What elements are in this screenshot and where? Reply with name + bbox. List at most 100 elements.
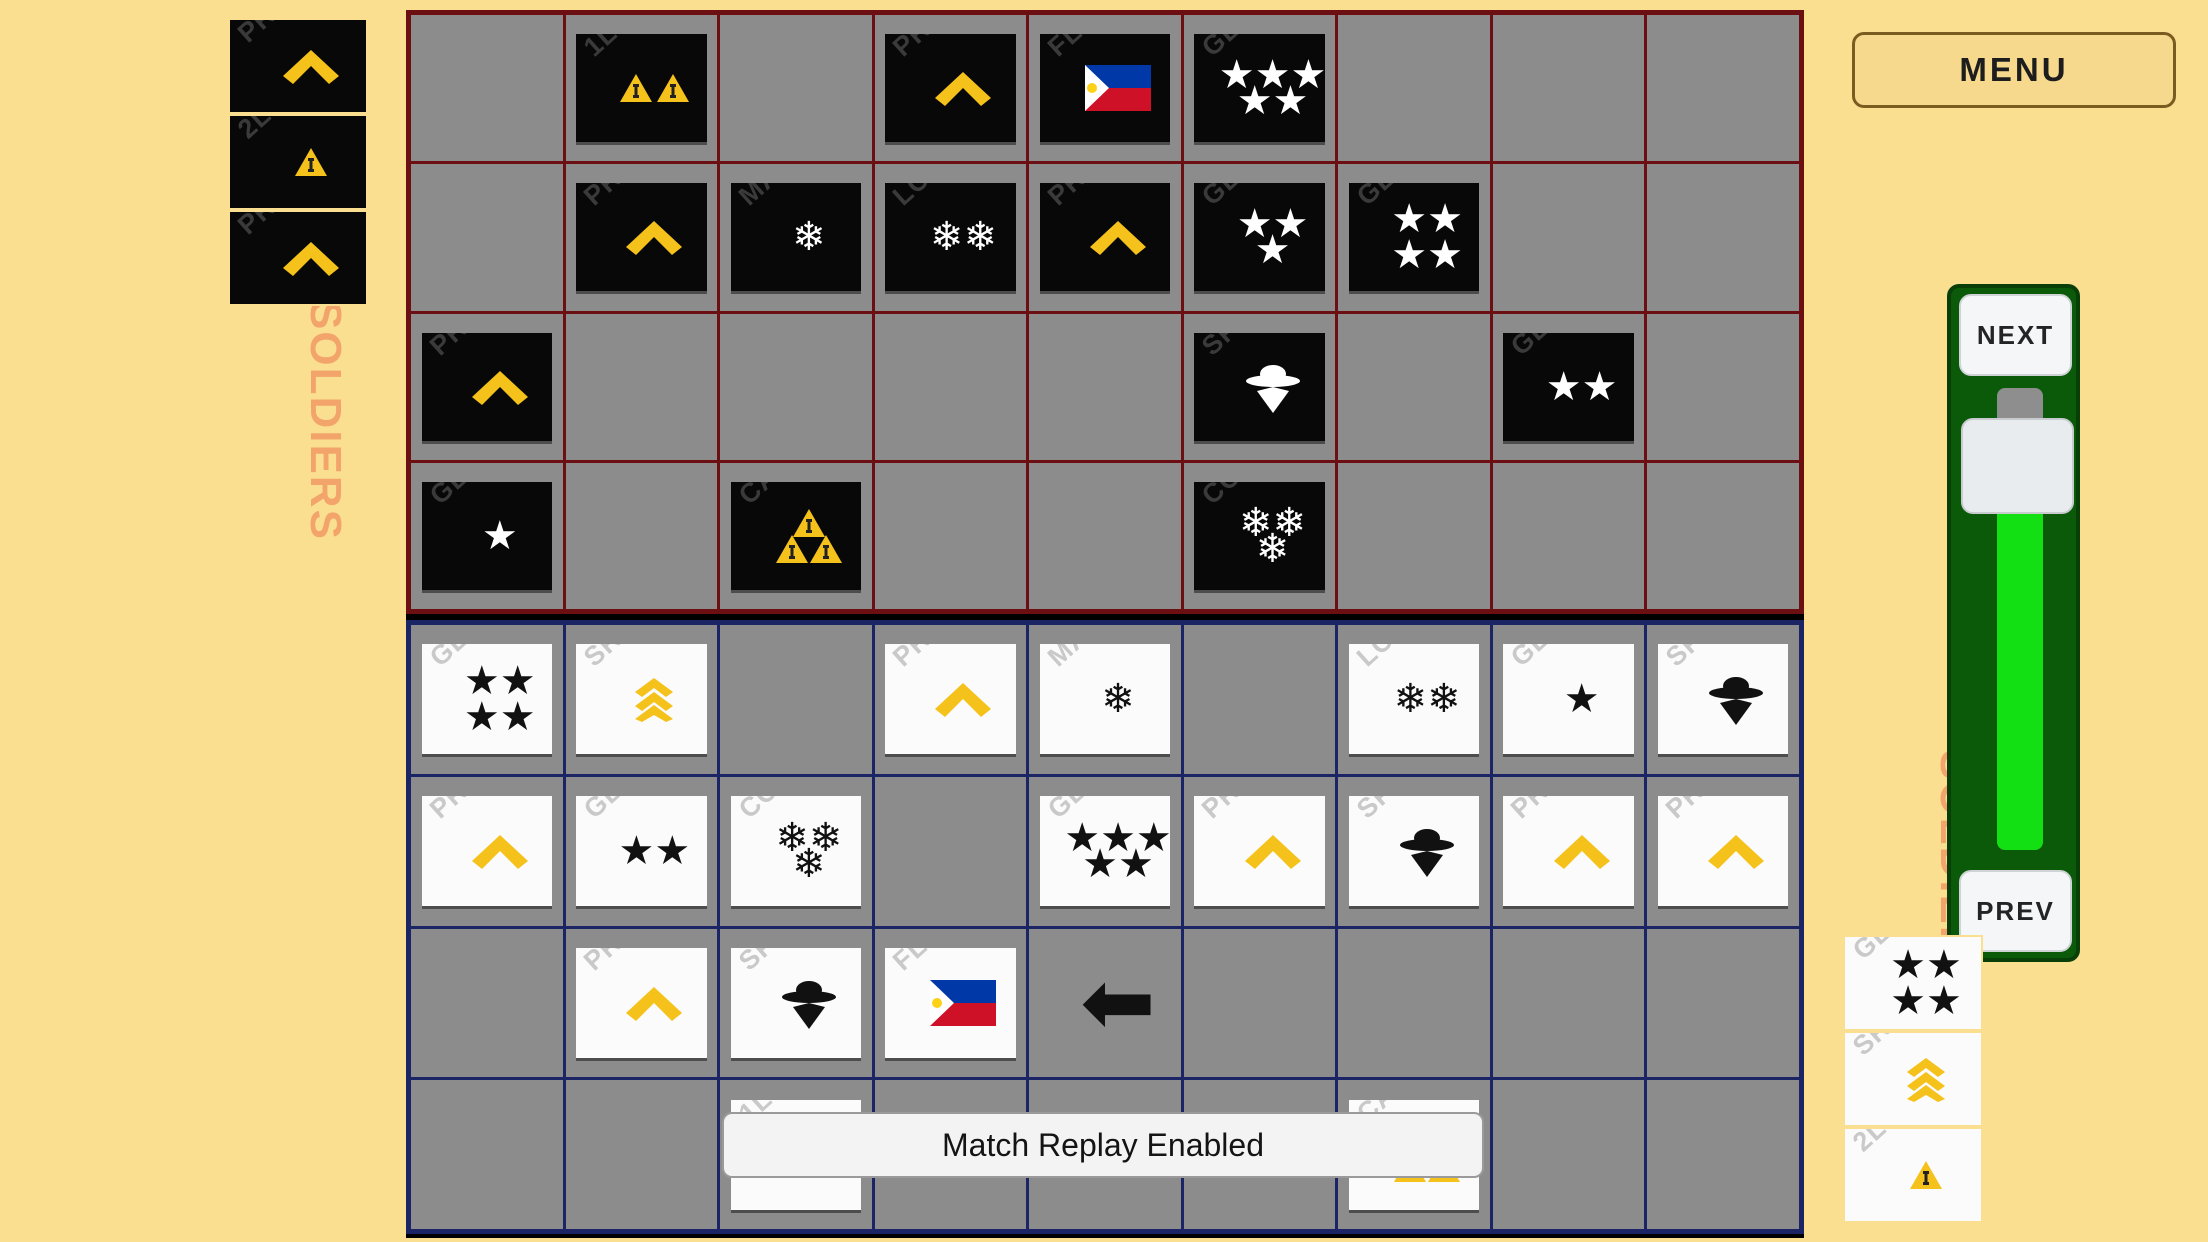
board-cell[interactable]: GEN★	[411, 462, 563, 609]
piece-1lu[interactable]: 1LU	[576, 34, 707, 143]
board-cell[interactable]	[1338, 928, 1490, 1078]
board-cell[interactable]: SPY	[1183, 313, 1336, 460]
piece-prv[interactable]: PRV	[1039, 183, 1171, 292]
board-cell[interactable]: CAP	[720, 462, 872, 609]
board-cell[interactable]	[1183, 928, 1336, 1078]
piece-prv[interactable]: PRV	[1658, 796, 1789, 907]
board-cell[interactable]: GEN★★★★	[1338, 164, 1490, 311]
piece-flg[interactable]: FLG	[885, 947, 1016, 1058]
board-cell[interactable]: FLG	[1029, 15, 1181, 162]
board-cell[interactable]: GEN★★★★★	[1183, 15, 1336, 162]
piece-maj[interactable]: MAJ ❄	[1039, 644, 1171, 755]
board-cell[interactable]	[1647, 928, 1799, 1078]
piece-maj[interactable]: MAJ ❄	[730, 183, 862, 292]
piece-flg[interactable]: FLG	[1039, 34, 1171, 143]
board-cell[interactable]	[720, 625, 872, 774]
board-cell[interactable]	[720, 15, 872, 162]
board-cell[interactable]: PRV	[1492, 776, 1645, 926]
board-cell[interactable]: ⬅	[1029, 928, 1181, 1078]
piece-gen[interactable]: GEN★★★★★	[1194, 34, 1325, 143]
board-cell[interactable]	[874, 462, 1027, 609]
board-cell[interactable]: GEN★	[1492, 625, 1645, 774]
board-cell[interactable]: PRV	[565, 928, 718, 1078]
board-cell[interactable]: SPY	[720, 928, 872, 1078]
piece-spy[interactable]: SPY	[1348, 796, 1480, 907]
board-cell[interactable]	[1338, 313, 1490, 460]
board-cell[interactable]: LCO ❄❄	[1338, 625, 1490, 774]
board-cell[interactable]: PRV	[1029, 164, 1181, 311]
board-cell[interactable]	[411, 1080, 563, 1229]
board-cell[interactable]	[1492, 928, 1645, 1078]
piece-gen[interactable]: GEN★★	[1503, 332, 1634, 441]
board-cell[interactable]	[565, 462, 718, 609]
next-button[interactable]: NEXT	[1959, 294, 2072, 376]
piece-prv[interactable]: PRV	[885, 644, 1016, 755]
board-cell[interactable]	[1183, 625, 1336, 774]
board-cell[interactable]	[1029, 462, 1181, 609]
piece-srg[interactable]: SRG	[576, 644, 707, 755]
board-cell[interactable]: GEN★★★★★	[1029, 776, 1181, 926]
board-cell[interactable]: FLG	[874, 928, 1027, 1078]
board-cell[interactable]	[1647, 15, 1799, 162]
board-cell[interactable]	[720, 313, 872, 460]
board-cell[interactable]: GEN★★★	[1183, 164, 1336, 311]
board-cell[interactable]	[1338, 462, 1490, 609]
board-cell[interactable]	[1492, 1080, 1645, 1229]
board-cell[interactable]	[1647, 313, 1799, 460]
menu-button[interactable]: MENU	[1852, 32, 2176, 108]
board-cell[interactable]: PRV	[874, 625, 1027, 774]
piece-spy[interactable]: SPY	[1658, 644, 1789, 755]
board-cell[interactable]	[1647, 462, 1799, 609]
board-cell[interactable]	[1647, 164, 1799, 311]
piece-gen[interactable]: GEN★★★★★	[1039, 796, 1171, 907]
board-cell[interactable]	[1029, 313, 1181, 460]
board-cell[interactable]: PRV	[874, 15, 1027, 162]
board-cell[interactable]	[411, 928, 563, 1078]
board-cell[interactable]: SPY	[1338, 776, 1490, 926]
board-cell[interactable]	[874, 313, 1027, 460]
piece-gen[interactable]: GEN★★★★	[1348, 183, 1480, 292]
board-cell[interactable]	[1647, 1080, 1799, 1229]
piece-lco[interactable]: LCO ❄❄	[885, 183, 1016, 292]
piece-prv[interactable]: PRV	[885, 34, 1016, 143]
piece-gen[interactable]: GEN★★	[576, 796, 707, 907]
board-cell[interactable]: LCO ❄❄	[874, 164, 1027, 311]
board-cell[interactable]: PRV	[565, 164, 718, 311]
piece-gen[interactable]: GEN★	[1503, 644, 1634, 755]
board-cell[interactable]	[565, 1080, 718, 1229]
piece-prv[interactable]: PRV	[1503, 796, 1634, 907]
board-cell[interactable]	[1492, 164, 1645, 311]
board-cell[interactable]	[411, 164, 563, 311]
slider-thumb[interactable]	[1961, 418, 2074, 514]
piece-col[interactable]: COL❄❄❄	[1194, 481, 1325, 590]
piece-spy[interactable]: SPY	[1194, 332, 1325, 441]
piece-prv[interactable]: PRV	[421, 796, 552, 907]
piece-marker[interactable]: ⬅	[1040, 948, 1170, 1058]
board-cell[interactable]: PRV	[1183, 776, 1336, 926]
board-cell[interactable]: SPY	[1647, 625, 1799, 774]
piece-spy[interactable]: SPY	[730, 947, 862, 1058]
piece-prv[interactable]: PRV	[421, 332, 552, 441]
board-cell[interactable]: PRV	[1647, 776, 1799, 926]
board-cell[interactable]	[1492, 462, 1645, 609]
board-cell[interactable]: GEN★★	[1492, 313, 1645, 460]
board-cell[interactable]: 1LU	[565, 15, 718, 162]
piece-prv[interactable]: PRV	[576, 947, 707, 1058]
piece-gen[interactable]: GEN★	[421, 481, 552, 590]
board-cell[interactable]: COL❄❄❄	[720, 776, 872, 926]
board-cell[interactable]: GEN★★	[565, 776, 718, 926]
piece-cap[interactable]: CAP	[730, 481, 862, 590]
board-cell[interactable]: PRV	[411, 313, 563, 460]
board-cell[interactable]	[1492, 15, 1645, 162]
piece-gen[interactable]: GEN★★★	[1194, 183, 1325, 292]
piece-prv[interactable]: PRV	[576, 183, 707, 292]
board-cell[interactable]	[565, 313, 718, 460]
board-cell[interactable]: COL❄❄❄	[1183, 462, 1336, 609]
piece-col[interactable]: COL❄❄❄	[730, 796, 862, 907]
board-cell[interactable]: GEN★★★★	[411, 625, 563, 774]
board-cell[interactable]: MAJ ❄	[1029, 625, 1181, 774]
board-cell[interactable]: SRG	[565, 625, 718, 774]
board-cell[interactable]: MAJ ❄	[720, 164, 872, 311]
piece-lco[interactable]: LCO ❄❄	[1348, 644, 1480, 755]
piece-gen[interactable]: GEN★★★★	[421, 644, 552, 755]
